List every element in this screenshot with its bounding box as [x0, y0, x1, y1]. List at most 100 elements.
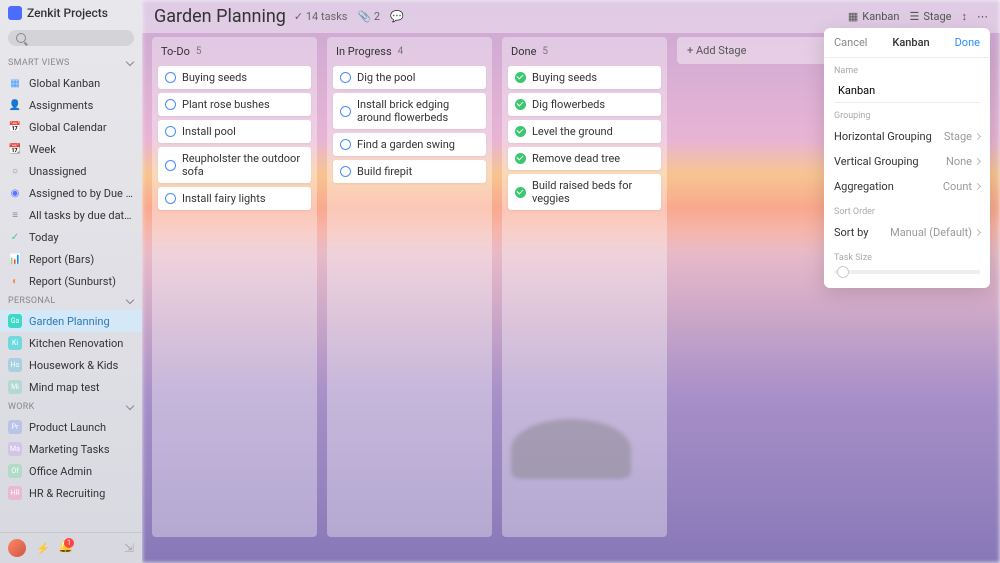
checkbox-icon[interactable] [340, 106, 351, 117]
project-badge-icon: Ga [8, 314, 22, 328]
checkbox-icon[interactable] [515, 72, 526, 83]
project-badge-icon: Ma [8, 442, 22, 456]
personal-heading[interactable]: PERSONAL [0, 292, 142, 310]
comments-icon[interactable]: 💬 [390, 10, 404, 23]
task-card[interactable]: Buying seeds [508, 66, 661, 89]
sidebar-project-ma[interactable]: MaMarketing Tasks [0, 438, 142, 460]
sidebar-item-bars[interactable]: 📊 Report (Bars) [0, 248, 142, 270]
task-card[interactable]: Build raised beds for veggies [508, 174, 661, 210]
sidebar-item-user[interactable]: 👤Assignments [0, 94, 142, 116]
sidebar-item-assigned[interactable]: ◉Assigned to by Due Date [0, 182, 142, 204]
more-button[interactable]: ⋯ [977, 10, 988, 23]
task-card[interactable]: Buying seeds [158, 66, 311, 89]
assigned-icon: ◉ [8, 186, 22, 200]
sidebar: Zenkit Projects SMART VIEWS ▦ Global Kanb… [0, 0, 142, 563]
task-title: Level the ground [532, 125, 613, 138]
sidebar-project-ho[interactable]: HoHousework & Kids [0, 354, 142, 376]
sidebar-item-label: Garden Planning [29, 315, 110, 328]
bars-icon: 📊 [8, 252, 22, 266]
sidebar-item-unassigned[interactable]: ○Unassigned [0, 160, 142, 182]
column-title: Done [511, 45, 536, 58]
slider-thumb[interactable] [837, 266, 849, 278]
task-size-slider[interactable] [834, 270, 980, 274]
search-input[interactable] [8, 30, 134, 46]
notifications-button[interactable]: 1 [58, 541, 70, 555]
task-card[interactable]: Level the ground [508, 120, 661, 143]
column-title: To-Do [161, 45, 190, 58]
vertical-grouping-row[interactable]: Vertical Grouping None [824, 149, 990, 174]
column-header[interactable]: To-Do5 [158, 43, 311, 62]
column-count: 4 [398, 46, 404, 57]
work-heading[interactable]: WORK [0, 398, 142, 416]
task-card[interactable]: Install pool [158, 120, 311, 143]
project-badge-icon: Ki [8, 336, 22, 350]
sidebar-project-ga[interactable]: Ga Garden Planning [0, 310, 142, 332]
task-title: Install pool [182, 125, 236, 138]
chevron-right-icon [974, 229, 981, 236]
sidebar-project-hr[interactable]: HRHR & Recruiting [0, 482, 142, 504]
task-card[interactable]: Build firepit [333, 160, 486, 183]
task-card[interactable]: Plant rose bushes [158, 93, 311, 116]
sidebar-item-week[interactable]: 📆Week [0, 138, 142, 160]
tasks-count: ✓ 14 tasks [294, 10, 348, 23]
sidebar-item-label: Week [29, 143, 56, 156]
chevron-right-icon [974, 158, 981, 165]
column-header[interactable]: Done5 [508, 43, 661, 62]
panel-done-button[interactable]: Done [955, 36, 980, 49]
sidebar-item-today[interactable]: ✓Today [0, 226, 142, 248]
view-stage-button[interactable]: ☰ Stage [910, 10, 952, 23]
view-kanban-button[interactable]: ▦ Kanban [848, 10, 900, 23]
board-title[interactable]: Garden Planning [154, 6, 286, 27]
kanban-icon: ▦ [8, 76, 22, 90]
checkbox-icon[interactable] [340, 139, 351, 150]
sidebar-item-label: HR & Recruiting [29, 487, 105, 500]
sidebar-item-sunburst[interactable]: ◐Report (Sunburst) [0, 270, 142, 292]
task-card[interactable]: Install fairy lights [158, 187, 311, 210]
panel-cancel-button[interactable]: Cancel [834, 36, 867, 49]
lightning-icon[interactable]: ⚡ [36, 542, 48, 554]
user-avatar[interactable] [8, 539, 26, 557]
chevron-down-icon [126, 297, 134, 305]
task-card[interactable]: Install brick edging around flowerbeds [333, 93, 486, 129]
horizontal-grouping-row[interactable]: Horizontal Grouping Stage [824, 124, 990, 149]
sidebar-item-kanban[interactable]: ▦ Global Kanban [0, 72, 142, 94]
sidebar-header: Zenkit Projects [0, 0, 142, 26]
sort-by-row[interactable]: Sort by Manual (Default) [824, 220, 990, 245]
sidebar-item-label: Global Calendar [29, 121, 107, 134]
sidebar-item-alltasks[interactable]: ≡All tasks by due date w/o completed [0, 204, 142, 226]
task-card[interactable]: Dig the pool [333, 66, 486, 89]
sidebar-project-ki[interactable]: KiKitchen Renovation [0, 332, 142, 354]
task-card[interactable]: Reupholster the outdoor sofa [158, 147, 311, 183]
checkbox-icon[interactable] [165, 99, 176, 110]
add-stage-button[interactable]: + Add Stage [677, 37, 827, 64]
sidebar-item-label: Report (Bars) [29, 253, 94, 266]
board-meta: ✓ 14 tasks 📎 2 💬 [294, 10, 404, 23]
resize-handle-icon[interactable]: ⇲ [124, 541, 134, 555]
task-card[interactable]: Find a garden swing [333, 133, 486, 156]
sort-button[interactable]: ↕ [962, 10, 968, 23]
task-card[interactable]: Dig flowerbeds [508, 93, 661, 116]
sidebar-project-pr[interactable]: PrProduct Launch [0, 416, 142, 438]
column-header[interactable]: In Progress4 [333, 43, 486, 62]
checkbox-icon[interactable] [165, 72, 176, 83]
task-card[interactable]: Remove dead tree [508, 147, 661, 170]
aggregation-row[interactable]: Aggregation Count [824, 174, 990, 199]
main-area: Garden Planning ✓ 14 tasks 📎 2 💬 ▦ Kanba… [142, 0, 1000, 563]
checkbox-icon[interactable] [515, 187, 526, 198]
checkbox-icon[interactable] [515, 99, 526, 110]
sidebar-footer: ⚡ 1 ⇲ [0, 532, 142, 563]
sidebar-item-label: Global Kanban [29, 77, 100, 90]
checkbox-icon[interactable] [340, 72, 351, 83]
smart-views-heading[interactable]: SMART VIEWS [0, 54, 142, 72]
sunburst-icon: ◐ [8, 274, 22, 288]
checkbox-icon[interactable] [340, 166, 351, 177]
checkbox-icon[interactable] [515, 126, 526, 137]
sidebar-project-mi[interactable]: MiMind map test [0, 376, 142, 398]
checkbox-icon[interactable] [165, 126, 176, 137]
view-name-input[interactable] [834, 79, 980, 103]
sidebar-item-calendar[interactable]: 📅Global Calendar [0, 116, 142, 138]
checkbox-icon[interactable] [165, 160, 176, 171]
checkbox-icon[interactable] [515, 153, 526, 164]
sidebar-project-of[interactable]: OfOffice Admin [0, 460, 142, 482]
checkbox-icon[interactable] [165, 193, 176, 204]
